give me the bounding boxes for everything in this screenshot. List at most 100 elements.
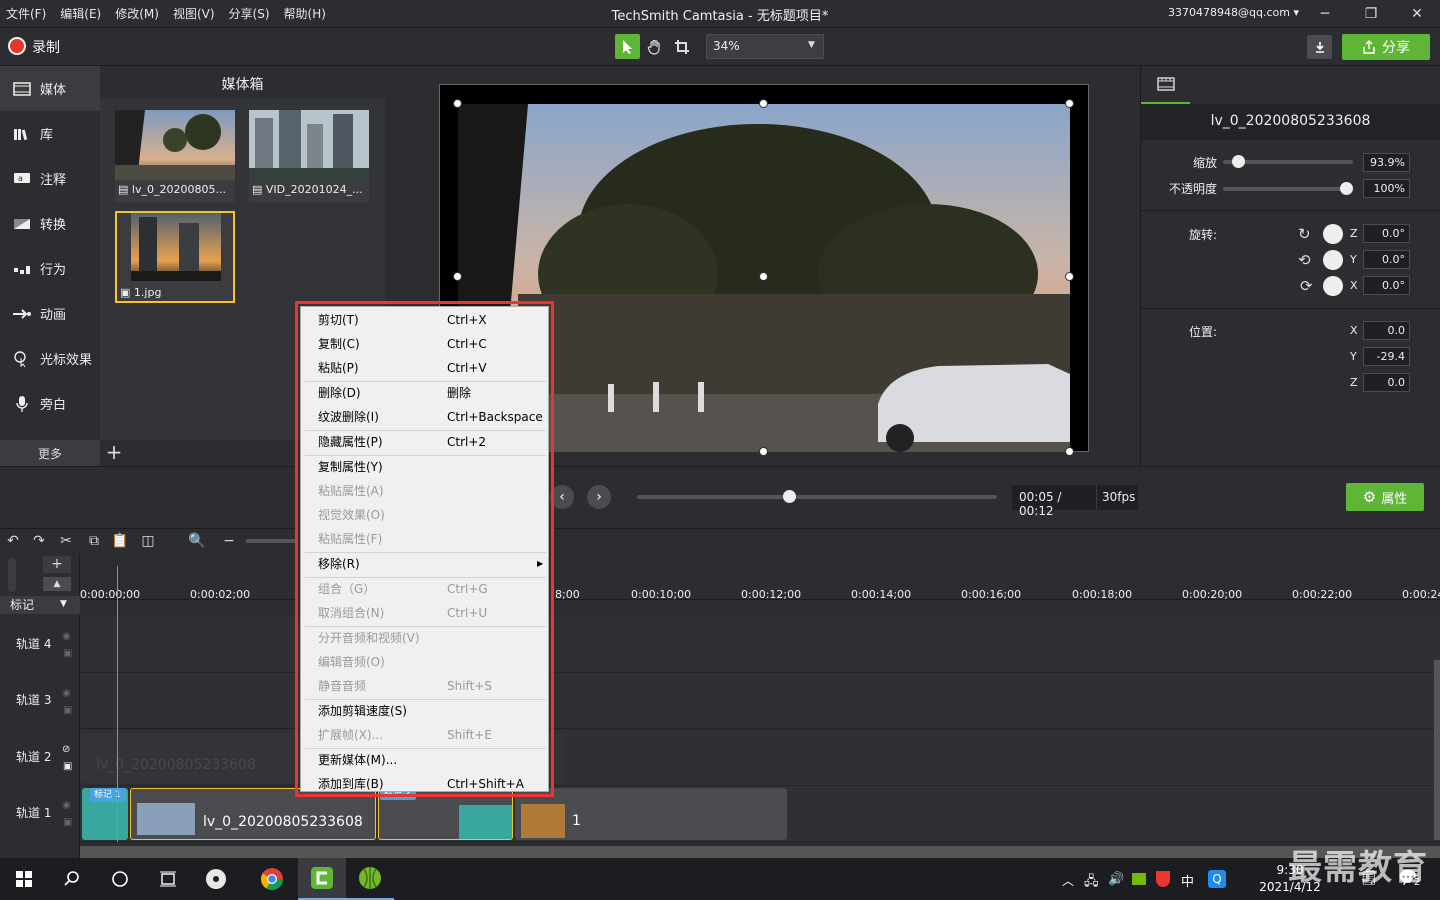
taskbar-app-melon[interactable] xyxy=(346,858,394,900)
opacity-value-field[interactable]: 100% xyxy=(1363,179,1410,198)
scrubber-knob[interactable] xyxy=(783,490,796,503)
properties-button[interactable]: ⚙ 属性 xyxy=(1346,483,1424,511)
menu-file[interactable]: 文件(F) xyxy=(6,5,46,22)
taskbar-app-camtasia[interactable] xyxy=(298,858,346,900)
nav-animations[interactable]: 动画 xyxy=(0,291,100,336)
paste-button[interactable]: 📋 xyxy=(111,532,129,550)
scale-value-field[interactable]: 93.9% xyxy=(1363,153,1410,172)
resize-handle[interactable] xyxy=(759,99,768,108)
nav-annotations[interactable]: a 注释 xyxy=(0,156,100,201)
restore-button[interactable]: ❐ xyxy=(1348,0,1394,28)
resize-handle[interactable] xyxy=(1065,272,1074,281)
task-view-button[interactable] xyxy=(144,858,192,900)
start-button[interactable] xyxy=(0,858,48,900)
select-tool-button[interactable] xyxy=(615,34,640,59)
chevron-up-icon[interactable]: ︿ xyxy=(1062,872,1074,889)
nav-media[interactable]: 媒体 xyxy=(0,66,100,111)
add-track-button[interactable]: + xyxy=(43,556,71,573)
taskbar-app-chrome[interactable] xyxy=(248,858,296,900)
cut-button[interactable]: ✂ xyxy=(57,532,75,550)
split-button[interactable]: ◫ xyxy=(139,532,157,550)
account-menu[interactable]: 3370478948@qq.com ▾ xyxy=(1168,6,1299,19)
taskbar-app-pinwheel[interactable] xyxy=(192,858,240,900)
marker-tag[interactable]: 标记 1 xyxy=(90,788,126,802)
zoom-select[interactable]: 34% xyxy=(706,34,824,59)
timeline-vertical-scrollbar[interactable] xyxy=(1434,660,1440,840)
nav-transitions[interactable]: 转换 xyxy=(0,201,100,246)
visual-properties-tab[interactable] xyxy=(1141,66,1190,104)
scale-slider[interactable] xyxy=(1223,155,1353,169)
eye-off-icon[interactable]: ⊘ xyxy=(62,744,70,755)
track-height-slider[interactable] xyxy=(8,558,16,592)
rotate-z-dial[interactable] xyxy=(1323,224,1343,244)
resize-handle[interactable] xyxy=(759,447,768,456)
timeline-scrollbar[interactable] xyxy=(80,846,1440,858)
media-item[interactable]: ▤ VID_20201024_... xyxy=(249,110,369,202)
download-button[interactable] xyxy=(1307,35,1332,59)
lock-icon[interactable]: ▣ xyxy=(63,761,72,772)
share-button[interactable]: 分享 xyxy=(1342,34,1430,60)
position-y-field[interactable]: -29.4 xyxy=(1363,347,1410,366)
media-item-selected[interactable]: ▣ 1.jpg xyxy=(115,211,235,303)
resize-handle[interactable] xyxy=(453,272,462,281)
nav-library[interactable]: 库 xyxy=(0,111,100,156)
collapse-button[interactable]: ▲ xyxy=(43,577,71,591)
resize-handle[interactable] xyxy=(1065,99,1074,108)
qq-icon[interactable]: Q xyxy=(1208,870,1226,888)
pan-tool-button[interactable] xyxy=(642,34,667,59)
copy-button[interactable]: ⧉ xyxy=(85,532,103,550)
track-row[interactable] xyxy=(80,673,1440,729)
playback-scrubber[interactable] xyxy=(637,490,997,504)
rotate-y-dial[interactable] xyxy=(1323,250,1343,270)
zoom-button[interactable]: 🔍 xyxy=(188,532,206,550)
close-button[interactable]: ✕ xyxy=(1394,0,1440,28)
rotate-x-field[interactable]: 0.0° xyxy=(1363,276,1410,295)
scale-slider-knob[interactable] xyxy=(1232,155,1245,168)
nav-behaviors[interactable]: 行为 xyxy=(0,246,100,291)
center-handle[interactable] xyxy=(759,272,768,281)
eye-icon[interactable]: ◉ xyxy=(62,688,71,699)
crop-tool-button[interactable] xyxy=(669,34,694,59)
timeline-clip[interactable]: 1 xyxy=(515,788,787,840)
position-z-field[interactable]: 0.0 xyxy=(1363,373,1410,392)
opacity-slider-knob[interactable] xyxy=(1340,182,1353,195)
eye-icon[interactable]: ◉ xyxy=(62,631,71,642)
security-shield-icon[interactable] xyxy=(1156,871,1170,887)
cortana-button[interactable] xyxy=(96,858,144,900)
position-x-field[interactable]: 0.0 xyxy=(1363,321,1410,340)
menu-modify[interactable]: 修改(M) xyxy=(115,5,159,22)
timeline-zoom-slider[interactable] xyxy=(246,539,296,543)
rotate-y-field[interactable]: 0.0° xyxy=(1363,250,1410,269)
track-row[interactable] xyxy=(80,617,1440,673)
input-method-indicator[interactable]: 中 xyxy=(1181,871,1194,890)
lock-icon[interactable]: ▣ xyxy=(63,705,72,716)
menu-share[interactable]: 分享(S) xyxy=(229,5,270,22)
rotate-z-field[interactable]: 0.0° xyxy=(1363,224,1410,243)
opacity-slider[interactable] xyxy=(1223,182,1353,196)
eye-icon[interactable]: ◉ xyxy=(62,800,71,811)
nvidia-icon[interactable] xyxy=(1132,873,1146,885)
nav-cursor-effects[interactable]: 光标效果 xyxy=(0,336,100,381)
volume-icon[interactable]: 🔊 xyxy=(1108,872,1124,887)
lock-icon[interactable]: ▣ xyxy=(63,817,72,828)
playhead[interactable] xyxy=(117,566,118,842)
record-button[interactable]: 录制 xyxy=(6,34,70,60)
more-button[interactable]: 更多 xyxy=(0,440,100,466)
nav-voice-narration[interactable]: 旁白 xyxy=(0,381,100,426)
media-item[interactable]: ▤ lv_0_20200805... xyxy=(115,110,235,202)
resize-handle[interactable] xyxy=(453,99,462,108)
rotate-x-dial[interactable] xyxy=(1323,276,1343,296)
add-tab-button[interactable]: + xyxy=(100,440,128,466)
menu-edit[interactable]: 编辑(E) xyxy=(60,5,101,22)
marker-track-header[interactable]: 标记 ▼ xyxy=(0,596,80,614)
search-button[interactable] xyxy=(48,858,96,900)
menu-help[interactable]: 帮助(H) xyxy=(284,5,326,22)
redo-button[interactable]: ↷ xyxy=(30,532,48,550)
minimize-button[interactable]: ─ xyxy=(1302,0,1348,28)
zoom-out-button[interactable]: − xyxy=(220,532,238,550)
undo-button[interactable]: ↶ xyxy=(4,532,22,550)
menu-view[interactable]: 视图(V) xyxy=(173,5,215,22)
network-icon[interactable]: 🖧 xyxy=(1084,872,1099,894)
resize-handle[interactable] xyxy=(1065,447,1074,456)
lock-icon[interactable]: ▣ xyxy=(63,648,72,659)
